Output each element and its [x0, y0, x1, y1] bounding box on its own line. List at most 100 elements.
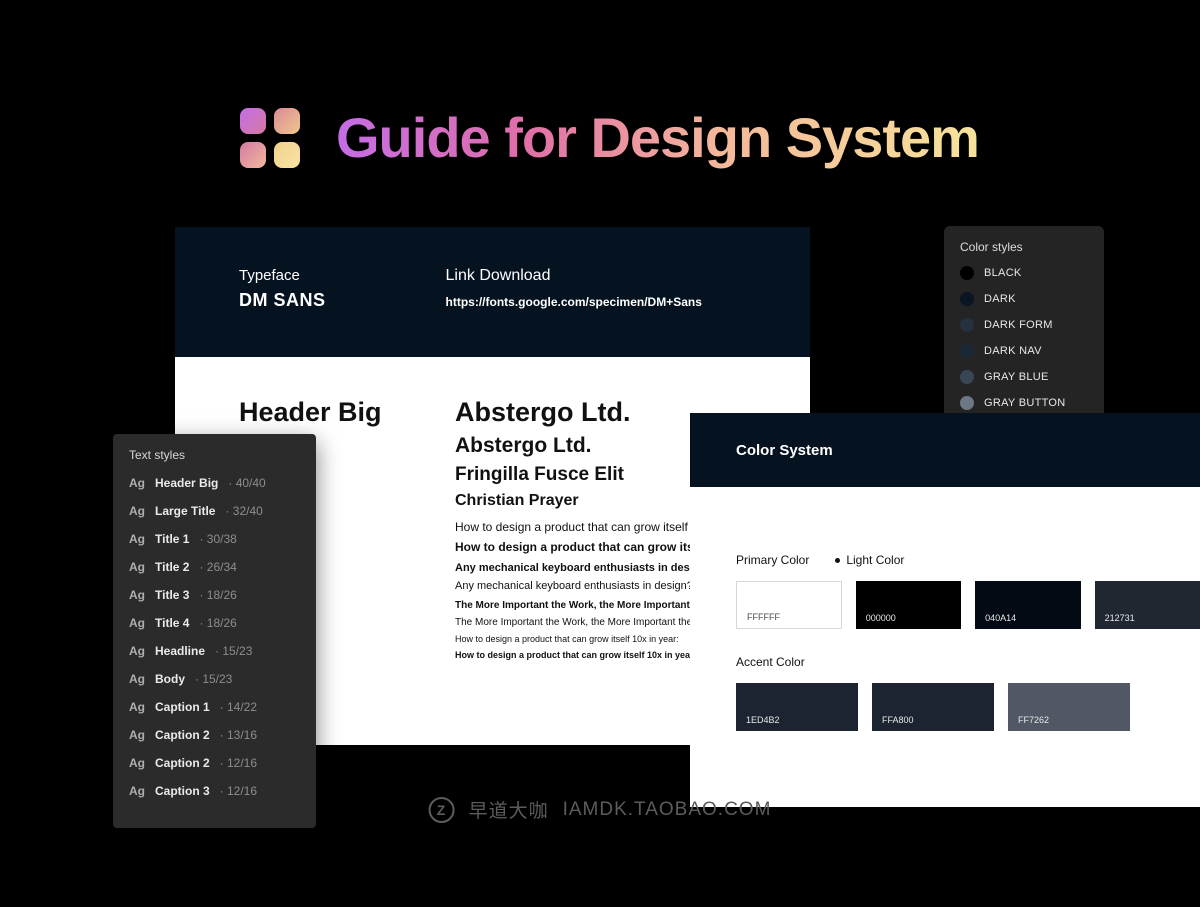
text-style-row[interactable]: Ag Body · 15/23 [129, 672, 300, 686]
text-style-name: Body [155, 672, 185, 686]
text-style-meta: · 30/38 [199, 532, 236, 546]
color-style-row[interactable]: GRAY BUTTON [960, 396, 1088, 410]
color-swatch-icon [960, 344, 974, 358]
ag-icon: Ag [129, 476, 145, 490]
accent-color-label: Accent Color [736, 655, 1200, 669]
text-style-meta: · 15/23 [195, 672, 232, 686]
color-styles-heading: Color styles [960, 240, 1088, 254]
ag-icon: Ag [129, 700, 145, 714]
text-style-meta: · 32/40 [225, 504, 262, 518]
text-style-name: Title 1 [155, 532, 189, 546]
typeface-column: Typeface DM SANS [239, 267, 326, 357]
color-style-name: DARK FORM [984, 319, 1053, 331]
text-style-row[interactable]: AgHeader Big· 40/40 [129, 476, 300, 490]
text-style-name: Title 2 [155, 560, 189, 574]
light-color-label: Light Color [835, 553, 904, 567]
swatch-hex: 000000 [866, 613, 896, 623]
color-swatch-icon [960, 266, 974, 280]
ag-icon: Ag [129, 504, 145, 518]
specimen-large-title-fragment: e [299, 436, 449, 459]
color-style-row[interactable]: DARK NAV [960, 344, 1088, 358]
text-style-meta: · 14/22 [220, 700, 257, 714]
primary-swatch-row: FFFFFF 000000 040A14 212731 [736, 581, 1200, 629]
text-style-row[interactable]: AgHeadline· 15/23 [129, 644, 300, 658]
text-styles-heading: Text styles [129, 448, 300, 462]
typeface-panel: Typeface DM SANS Link Download https://f… [175, 227, 810, 357]
text-styles-panel: Text styles AgHeader Big· 40/40AgLarge T… [113, 434, 316, 828]
text-style-name: Caption 2 [155, 728, 210, 742]
color-swatch[interactable]: 040A14 [975, 581, 1080, 629]
download-url[interactable]: https://fonts.google.com/specimen/DM+San… [446, 295, 702, 309]
ag-icon: Ag [129, 616, 145, 630]
color-system-header: Color System [690, 413, 1200, 487]
text-style-row[interactable]: Ag Title 1 · 30/38 [129, 532, 300, 546]
text-style-meta: · 18/26 [199, 616, 236, 630]
logo-icon [240, 108, 300, 168]
text-style-meta: · 40/40 [228, 476, 265, 490]
text-style-meta: · 12/16 [220, 756, 257, 770]
ag-icon: Ag [129, 560, 145, 574]
color-swatch[interactable]: FF7262 [1008, 683, 1130, 731]
color-style-name: DARK NAV [984, 345, 1042, 357]
download-column: Link Download https://fonts.google.com/s… [446, 267, 702, 357]
watermark-badge-icon: Z [429, 797, 455, 823]
text-style-meta: · 12/16 [220, 784, 257, 798]
text-style-row[interactable]: AgCaption 3· 12/16 [129, 784, 300, 798]
text-style-meta: · 13/16 [220, 728, 257, 742]
typeface-name: DM SANS [239, 290, 326, 311]
color-style-row[interactable]: DARK [960, 292, 1088, 306]
swatch-hex: 212731 [1105, 613, 1135, 623]
text-style-name: Title 3 [155, 588, 189, 602]
text-style-row[interactable]: Ag Large Title · 32/40 [129, 504, 300, 518]
color-style-name: GRAY BUTTON [984, 397, 1066, 409]
color-style-name: BLACK [984, 267, 1022, 279]
color-swatch-icon [960, 370, 974, 384]
color-system-title: Color System [736, 442, 833, 459]
text-style-meta: · 26/34 [199, 560, 236, 574]
text-style-row[interactable]: Ag Caption 2 · 12/16 [129, 756, 300, 770]
text-style-name: Caption 2 [155, 756, 210, 770]
primary-color-label: Primary Color [736, 553, 809, 567]
text-style-meta: · 18/26 [199, 588, 236, 602]
swatch-hex: 1ED4B2 [746, 715, 780, 725]
color-style-name: DARK [984, 293, 1016, 305]
page-title: Guide for Design System [336, 105, 979, 170]
watermark-brand: 早道大咖 [469, 796, 549, 823]
color-style-row[interactable]: DARK FORM [960, 318, 1088, 332]
ag-icon: Ag [129, 672, 145, 686]
text-style-row[interactable]: Ag Caption 2 · 13/16 [129, 728, 300, 742]
color-swatch-icon [960, 396, 974, 410]
color-swatch-icon [960, 292, 974, 306]
color-swatch[interactable]: 000000 [856, 581, 961, 629]
text-style-name: Caption 1 [155, 700, 210, 714]
color-section-labels: Primary Color Light Color [736, 553, 1200, 567]
accent-swatch-row: 1ED4B2 FFA800 FF7262 [736, 683, 1200, 731]
color-swatch[interactable]: 1ED4B2 [736, 683, 858, 731]
swatch-hex: 040A14 [985, 613, 1016, 623]
title-row: Guide for Design System [240, 105, 979, 170]
text-style-row[interactable]: Ag Caption 1 · 14/22 [129, 700, 300, 714]
ag-icon: Ag [129, 756, 145, 770]
swatch-hex: FFFFFF [747, 612, 780, 622]
text-style-name: Title 4 [155, 616, 189, 630]
text-style-name: Caption 3 [155, 784, 210, 798]
text-style-row[interactable]: Ag Title 4 · 18/26 [129, 616, 300, 630]
ag-icon: Ag [129, 728, 145, 742]
color-swatch-icon [960, 318, 974, 332]
specimen-header-big: Header Big [239, 397, 389, 428]
watermark: Z 早道大咖 IAMDK.TAOBAO.COM [429, 796, 772, 823]
color-system-body: Primary Color Light Color FFFFFF 000000 04… [690, 487, 1200, 807]
text-style-row[interactable]: Ag Title 2 · 26/34 [129, 560, 300, 574]
color-swatch[interactable]: 212731 [1095, 581, 1200, 629]
typeface-label: Typeface [239, 267, 326, 284]
text-style-meta: · 15/23 [215, 644, 252, 658]
color-style-row[interactable]: BLACK [960, 266, 1088, 280]
ag-icon: Ag [129, 532, 145, 546]
color-swatch[interactable]: FFA800 [872, 683, 994, 731]
text-style-name: Large Title [155, 504, 215, 518]
watermark-url: IAMDK.TAOBAO.COM [563, 799, 772, 821]
download-label: Link Download [446, 267, 702, 285]
text-style-row[interactable]: AgTitle 3· 18/26 [129, 588, 300, 602]
color-style-row[interactable]: GRAY BLUE [960, 370, 1088, 384]
color-swatch[interactable]: FFFFFF [736, 581, 842, 629]
